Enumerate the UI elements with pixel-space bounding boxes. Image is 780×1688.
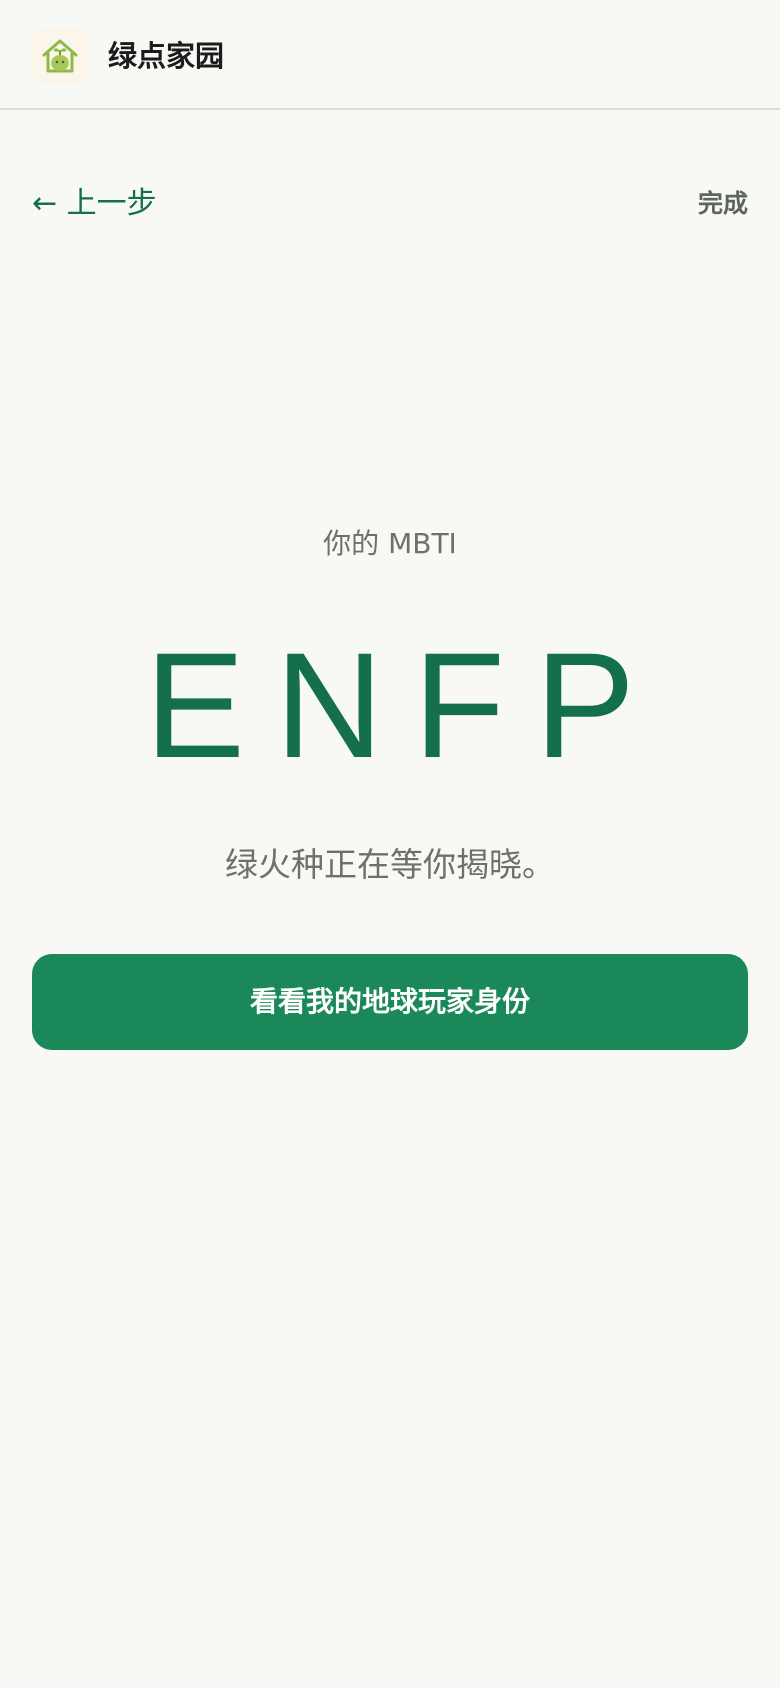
reveal-subtitle: 绿火种正在等你揭晓。 bbox=[225, 845, 555, 884]
back-button[interactable]: ← 上一步 bbox=[32, 182, 157, 226]
mbti-caption: 你的 MBTI bbox=[323, 527, 457, 560]
app-title: 绿点家园 bbox=[108, 39, 225, 73]
mbti-type: ENFP bbox=[144, 621, 666, 789]
done-button[interactable]: 完成 bbox=[698, 186, 748, 222]
app-header: 绿点家园 bbox=[0, 0, 780, 110]
step-navigation: ← 上一步 完成 bbox=[0, 178, 780, 230]
reveal-identity-button[interactable]: 看看我的地球玩家身份 bbox=[32, 954, 748, 1050]
house-sprout-icon bbox=[42, 39, 78, 73]
app-logo bbox=[32, 28, 88, 84]
